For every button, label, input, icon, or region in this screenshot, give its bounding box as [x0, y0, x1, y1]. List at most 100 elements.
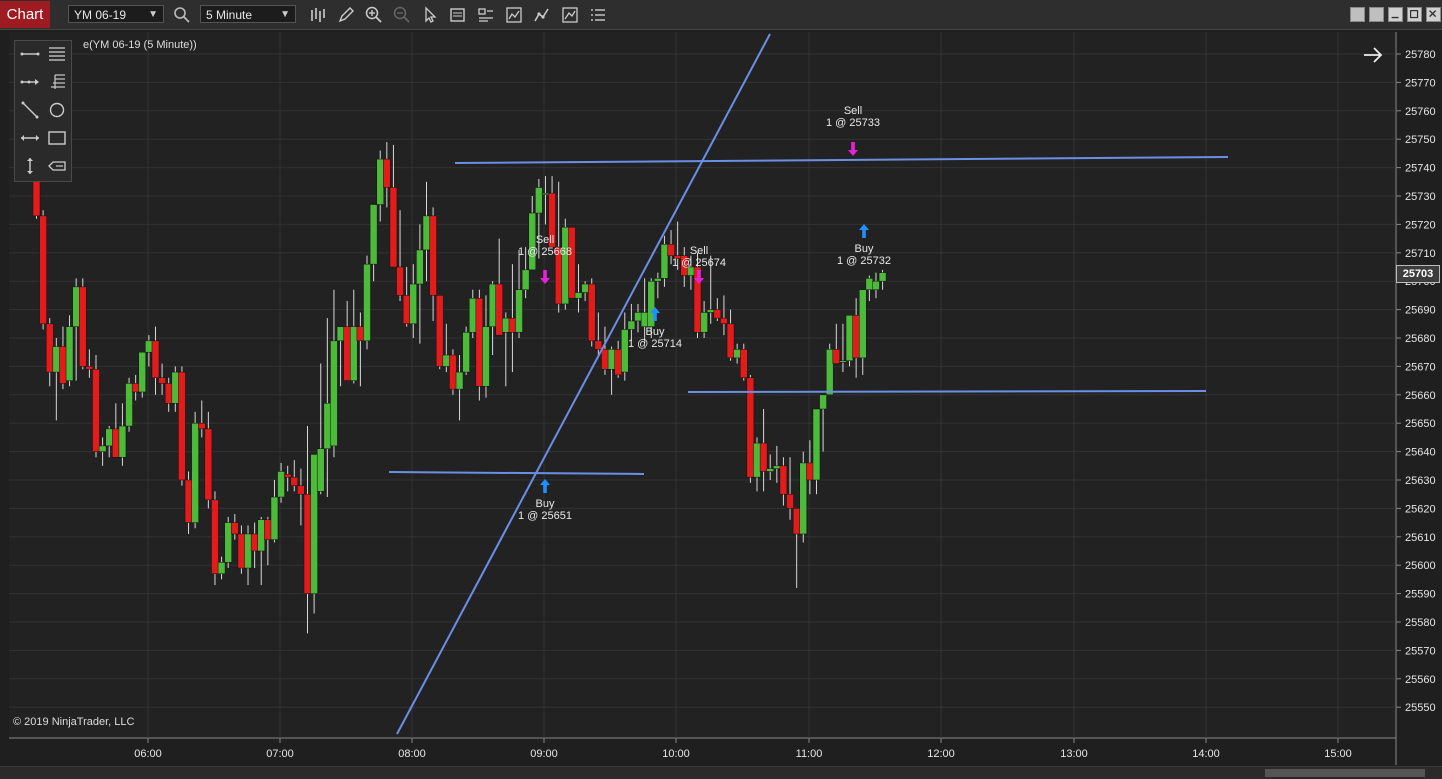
candle-body-up [878, 272, 887, 282]
candle-body-up [528, 212, 536, 271]
instrument-selector[interactable]: YM 06-19 ▼ [68, 5, 164, 23]
candle-body-up [376, 158, 384, 205]
candle-body-up [502, 317, 510, 333]
price-tick-label: 25570 [1405, 645, 1436, 657]
candle-body-down [164, 383, 173, 404]
price-marker-tool-icon[interactable] [45, 155, 69, 177]
extended-line-tool-icon[interactable] [18, 127, 42, 149]
candle-body-up [541, 192, 550, 195]
candle-body-down [151, 340, 160, 379]
data-box-icon[interactable] [448, 5, 468, 25]
candle [138, 351, 147, 398]
price-tick-label: 25770 [1405, 77, 1436, 89]
price-tick-label: 25730 [1405, 191, 1436, 203]
candle-body-up [515, 289, 523, 333]
chart-tab[interactable]: Chart [0, 1, 50, 28]
candle-body-up [799, 462, 808, 535]
candle-body-down [39, 215, 47, 325]
candle [475, 289, 484, 401]
interval-selector[interactable]: 5 Minute ▼ [200, 5, 296, 23]
candle-body-up [607, 349, 616, 370]
candle-body-up [819, 394, 827, 410]
pencil-drawing-icon[interactable] [336, 5, 356, 25]
tile-window-icon[interactable] [1350, 7, 1365, 22]
candle-body-down [740, 349, 748, 379]
price-tick-label: 25690 [1405, 305, 1436, 317]
candle-body-down [508, 317, 517, 333]
candle-body-down [786, 493, 794, 509]
close-icon[interactable] [1426, 7, 1441, 22]
candle-body-up [621, 329, 629, 373]
marker-label: 1 @ 25651 [518, 510, 572, 522]
marker-type: Sell [536, 234, 554, 246]
candle-body-up [72, 286, 80, 327]
time-tick-label: 09:00 [530, 748, 558, 760]
chevron-down-icon: ▼ [148, 9, 158, 20]
candle-body-up [330, 340, 338, 447]
candle-body-up [118, 425, 127, 458]
candle-body-up [865, 278, 874, 290]
indicators-icon[interactable] [504, 5, 524, 25]
horizontal-lines-tool-icon[interactable] [45, 43, 69, 65]
scrollbar-thumb[interactable] [1265, 769, 1425, 777]
minimize-button[interactable] [1388, 7, 1403, 22]
candle-body-up [733, 349, 741, 359]
line-tool-icon[interactable] [18, 43, 42, 65]
ray-tool-icon[interactable] [18, 71, 42, 93]
price-tick-label: 25680 [1405, 333, 1436, 345]
candle-body-down [568, 226, 576, 299]
candle-body-down [495, 283, 503, 336]
candle-body-down [852, 315, 860, 359]
price-tick-label: 25710 [1405, 248, 1436, 260]
candle-body-down [184, 479, 193, 523]
candle-body-up [145, 340, 153, 353]
candle-body-up [416, 249, 424, 285]
horizontal-line-support[interactable] [687, 390, 1207, 393]
pin-window-icon[interactable] [1369, 7, 1384, 22]
list-menu-icon[interactable] [588, 5, 608, 25]
candle-body-down [587, 283, 596, 342]
bar-chart-style-icon[interactable] [308, 5, 328, 25]
price-tick-label: 25760 [1405, 106, 1436, 118]
candle [211, 491, 219, 586]
cursor-pointer-icon[interactable] [420, 5, 440, 25]
candle-body-up [270, 496, 279, 540]
candle-body-up [257, 519, 265, 552]
zoom-out-icon[interactable] [392, 5, 412, 25]
strategy-icon[interactable] [532, 5, 552, 25]
properties-icon[interactable] [476, 5, 496, 25]
candle [224, 516, 232, 569]
fibonacci-tool-icon[interactable] [45, 71, 69, 93]
candle-body-up [52, 346, 61, 373]
price-tick-label: 25550 [1405, 702, 1436, 714]
search-icon[interactable] [172, 5, 192, 25]
maximize-button[interactable] [1407, 7, 1422, 22]
marker-type: Buy [855, 243, 874, 255]
candle-body-down [726, 323, 735, 359]
time-tick-label: 11:00 [796, 748, 823, 760]
candle-body-up [244, 533, 252, 569]
chevron-down-icon: ▼ [280, 9, 290, 20]
candle-body-up [363, 263, 371, 342]
vertical-line-tool-icon[interactable] [18, 155, 42, 177]
scroll-to-end-arrow-icon[interactable] [1361, 44, 1385, 66]
candle-body-down [283, 474, 292, 478]
candle-body-down [759, 442, 768, 472]
candle-body-up [845, 315, 854, 361]
zoom-in-icon[interactable] [364, 5, 384, 25]
candle-body-up [574, 292, 583, 299]
ellipse-tool-icon[interactable] [45, 99, 69, 121]
rectangle-tool-icon[interactable] [45, 127, 69, 149]
snapshot-icon[interactable] [560, 5, 580, 25]
candle-body-down [435, 295, 444, 367]
horizontal-scrollbar[interactable] [0, 766, 1442, 779]
candle-body-down [396, 266, 404, 296]
candle [39, 210, 47, 330]
candle-body-down [85, 366, 94, 370]
diagonal-line-tool-icon[interactable] [18, 99, 42, 121]
candle-body-up [65, 326, 74, 381]
time-tick-label: 10:00 [662, 748, 690, 760]
candle-body-up [872, 280, 880, 290]
candle [125, 377, 133, 432]
price-chart[interactable]: Sell1 @ 25668Buy1 @ 25651Buy1 @ 25714Sel… [0, 30, 1442, 766]
